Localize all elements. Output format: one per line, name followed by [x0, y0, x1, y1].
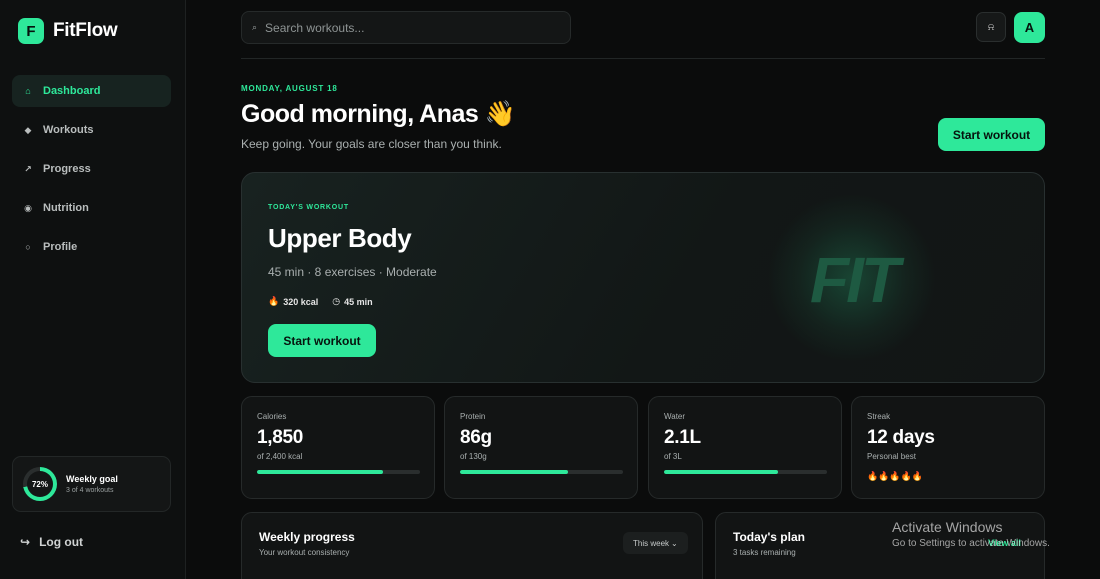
- greeting-title: Good morning, Anas 👋: [241, 100, 516, 128]
- goal-progress-ring: 72%: [23, 467, 57, 501]
- activate-windows-watermark: Activate Windows Go to Settings to activ…: [892, 519, 1050, 549]
- streak-flame-icons: 🔥🔥🔥🔥🔥: [867, 471, 924, 481]
- header-divider: [241, 58, 1045, 59]
- stat-sub: Personal best: [867, 452, 916, 461]
- stat-sub: of 130g: [460, 452, 487, 461]
- home-icon: ⌂: [25, 86, 31, 96]
- sidebar-item-progress[interactable]: ↗ Progress: [12, 153, 171, 185]
- sidebar-item-label: Profile: [43, 241, 78, 253]
- search-input[interactable]: [265, 20, 546, 35]
- range-dropdown[interactable]: This week ⌄: [623, 532, 688, 554]
- stat-label: Streak: [867, 412, 891, 421]
- sidebar-item-label: Nutrition: [43, 202, 89, 214]
- panel-subtitle: Your workout consistency: [259, 548, 350, 557]
- goal-title: Weekly goal: [66, 474, 118, 484]
- stat-progress-bar: [257, 470, 420, 474]
- hero-eyebrow: TODAY'S WORKOUT: [268, 204, 349, 211]
- stat-label: Calories: [257, 412, 287, 421]
- sidebar-item-label: Progress: [43, 163, 91, 175]
- panel-title: Today's plan: [733, 530, 805, 544]
- workout-title: Upper Body: [268, 223, 412, 253]
- stat-card-calories: Calories 1,850 of 2,400 kcal: [241, 396, 435, 499]
- duration-value: 45 min: [344, 296, 373, 307]
- brand[interactable]: F FitFlow: [18, 18, 118, 44]
- sidebar-item-label: Dashboard: [43, 85, 101, 97]
- workout-stats: 🔥 320 kcal ◷ 45 min: [268, 296, 373, 307]
- circle-icon: ○: [25, 242, 31, 252]
- bell-icon: ⍾: [987, 21, 995, 33]
- sidebar-item-profile[interactable]: ○ Profile: [12, 231, 171, 263]
- brand-logo: F: [18, 18, 44, 44]
- hero-start-workout-button[interactable]: Start workout: [268, 324, 376, 357]
- stat-progress-bar: [664, 470, 827, 474]
- stat-sub: of 3L: [664, 452, 682, 461]
- sidebar-item-workouts[interactable]: ◆ Workouts: [12, 114, 171, 146]
- brand-name: FitFlow: [53, 20, 118, 41]
- sidebar-item-nutrition[interactable]: ◉ Nutrition: [12, 192, 171, 224]
- user-avatar[interactable]: A: [1014, 12, 1045, 43]
- clock-icon: ◷: [332, 296, 341, 306]
- stat-value: 2.1L: [664, 427, 701, 448]
- trend-arrow-icon: ↗: [24, 163, 32, 174]
- goal-subtitle: 3 of 4 workouts: [66, 487, 114, 494]
- current-date: MONDAY, AUGUST 18: [241, 84, 338, 93]
- weekly-progress-panel: Weekly progress Your workout consistency…: [241, 512, 703, 579]
- stat-progress-fill: [257, 470, 383, 474]
- search-icon: ⌕: [252, 22, 258, 32]
- search-bar[interactable]: ⌕: [241, 11, 571, 44]
- weekly-goal-card: 72% Weekly goal 3 of 4 workouts: [12, 456, 171, 512]
- hero-art: FIT: [810, 244, 900, 316]
- goal-percent: 72%: [27, 471, 53, 497]
- range-value: This week: [633, 538, 670, 548]
- sidebar-nav: ⌂ Dashboard ◆ Workouts ↗ Progress ◉ Nutr…: [12, 75, 171, 270]
- sidebar-item-dashboard[interactable]: ⌂ Dashboard: [12, 75, 171, 107]
- logout-button[interactable]: ↪ Log out: [20, 535, 83, 549]
- calories-value: 320 kcal: [283, 296, 319, 307]
- panel-title: Weekly progress: [259, 530, 355, 544]
- watermark-title: Activate Windows: [892, 519, 1003, 535]
- diamond-icon: ◆: [24, 124, 32, 135]
- stat-progress-bar: [460, 470, 623, 474]
- greeting-subtitle: Keep going. Your goals are closer than y…: [241, 137, 502, 151]
- stat-value: 12 days: [867, 427, 935, 448]
- stat-value: 86g: [460, 427, 492, 448]
- stat-card-water: Water 2.1L of 3L: [648, 396, 842, 499]
- notification-button[interactable]: ⍾: [976, 12, 1006, 42]
- workout-duration: ◷ 45 min: [332, 296, 372, 307]
- workout-meta: 45 min · 8 exercises · Moderate: [268, 265, 437, 279]
- circle-dot-icon: ◉: [24, 202, 32, 213]
- logout-label: Log out: [39, 535, 84, 549]
- workout-calories: 🔥 320 kcal: [268, 296, 318, 307]
- logout-icon: ↪: [20, 535, 31, 549]
- stat-card-streak: Streak 12 days Personal best 🔥🔥🔥🔥🔥: [851, 396, 1045, 499]
- start-workout-button[interactable]: Start workout: [938, 118, 1045, 151]
- stat-value: 1,850: [257, 427, 304, 448]
- stat-sub: of 2,400 kcal: [257, 452, 303, 461]
- chevron-down-icon: ⌄: [671, 538, 678, 548]
- watermark-subtitle: Go to Settings to activate Windows.: [892, 538, 1050, 549]
- todays-workout-card: FIT TODAY'S WORKOUT Upper Body 45 min · …: [241, 172, 1045, 383]
- sidebar: F FitFlow ⌂ Dashboard ◆ Workouts ↗ Progr…: [0, 0, 186, 579]
- stat-label: Water: [664, 412, 686, 421]
- flame-icon: 🔥: [268, 296, 280, 306]
- stat-progress-fill: [664, 470, 779, 474]
- stat-label: Protein: [460, 412, 486, 421]
- panel-subtitle: 3 tasks remaining: [733, 548, 796, 557]
- app: F FitFlow ⌂ Dashboard ◆ Workouts ↗ Progr…: [0, 0, 1100, 579]
- stat-progress-fill: [460, 470, 568, 474]
- stat-card-protein: Protein 86g of 130g: [444, 396, 638, 499]
- sidebar-item-label: Workouts: [43, 124, 94, 136]
